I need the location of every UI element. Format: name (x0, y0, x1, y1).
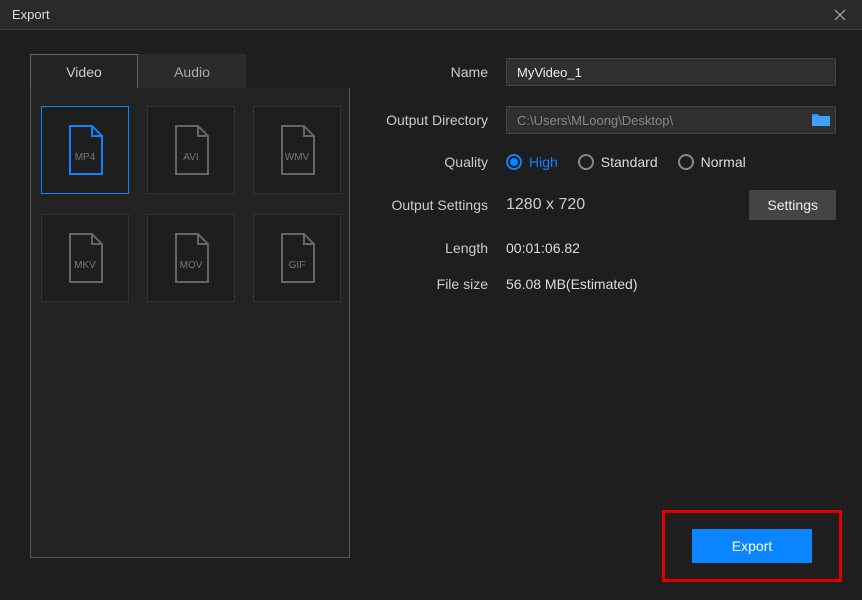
quality-standard[interactable]: Standard (578, 154, 658, 170)
quality-normal[interactable]: Normal (678, 154, 746, 170)
export-button[interactable]: Export (692, 529, 812, 563)
radio-icon (678, 154, 694, 170)
file-icon: MOV (168, 230, 214, 286)
row-file-size: File size 56.08 MB(Estimated) (376, 276, 836, 292)
format-tile-mkv[interactable]: MKV (41, 214, 129, 302)
file-icon: WMV (274, 122, 320, 178)
export-highlight-box: Export (662, 510, 842, 582)
close-icon[interactable] (830, 5, 850, 25)
svg-text:GIF: GIF (289, 260, 306, 271)
output-directory-input[interactable] (517, 113, 811, 128)
output-settings-value: 1280 x 720 (506, 196, 585, 214)
file-icon: GIF (274, 230, 320, 286)
dialog-body: Video Audio MP4 AVI WMV MKV MOV GIF Name Outp… (0, 30, 862, 600)
length-label: Length (376, 240, 506, 256)
file-icon: AVI (168, 122, 214, 178)
output-directory-field (506, 106, 836, 134)
settings-button[interactable]: Settings (749, 190, 836, 220)
row-length: Length 00:01:06.82 (376, 240, 836, 256)
quality-high-label: High (529, 154, 558, 170)
svg-text:MKV: MKV (74, 260, 96, 271)
name-input[interactable] (506, 58, 836, 86)
format-tabs: Video Audio (30, 54, 350, 88)
row-output-settings: Output Settings 1280 x 720 Settings (376, 190, 836, 220)
radio-icon (506, 154, 522, 170)
titlebar: Export (0, 0, 862, 30)
radio-icon (578, 154, 594, 170)
quality-high[interactable]: High (506, 154, 558, 170)
svg-text:MP4: MP4 (75, 152, 96, 163)
file-icon: MP4 (62, 122, 108, 178)
quality-radio-group: High Standard Normal (506, 154, 746, 170)
tab-audio[interactable]: Audio (138, 54, 246, 88)
file-icon: MKV (62, 230, 108, 286)
length-value: 00:01:06.82 (506, 240, 580, 256)
svg-text:WMV: WMV (285, 152, 310, 163)
format-tile-mp4[interactable]: MP4 (41, 106, 129, 194)
folder-icon[interactable] (811, 111, 831, 130)
window-title: Export (12, 7, 50, 22)
settings-panel: Name Output Directory Quality (370, 54, 836, 576)
format-tile-mov[interactable]: MOV (147, 214, 235, 302)
format-tile-gif[interactable]: GIF (253, 214, 341, 302)
quality-standard-label: Standard (601, 154, 658, 170)
file-size-value: 56.08 MB(Estimated) (506, 276, 638, 292)
svg-text:AVI: AVI (183, 152, 198, 163)
output-settings-label: Output Settings (376, 197, 506, 213)
quality-label: Quality (376, 154, 506, 170)
format-panel: MP4 AVI WMV MKV MOV GIF (30, 88, 350, 558)
format-tile-avi[interactable]: AVI (147, 106, 235, 194)
tab-video[interactable]: Video (30, 54, 138, 88)
output-directory-label: Output Directory (376, 112, 506, 128)
format-tile-wmv[interactable]: WMV (253, 106, 341, 194)
row-output-directory: Output Directory (376, 106, 836, 134)
left-panel: Video Audio MP4 AVI WMV MKV MOV GIF (30, 54, 350, 576)
file-size-label: File size (376, 276, 506, 292)
quality-normal-label: Normal (701, 154, 746, 170)
row-name: Name (376, 58, 836, 86)
svg-text:MOV: MOV (180, 260, 203, 271)
row-quality: Quality High Standard Normal (376, 154, 836, 170)
name-label: Name (376, 64, 506, 80)
